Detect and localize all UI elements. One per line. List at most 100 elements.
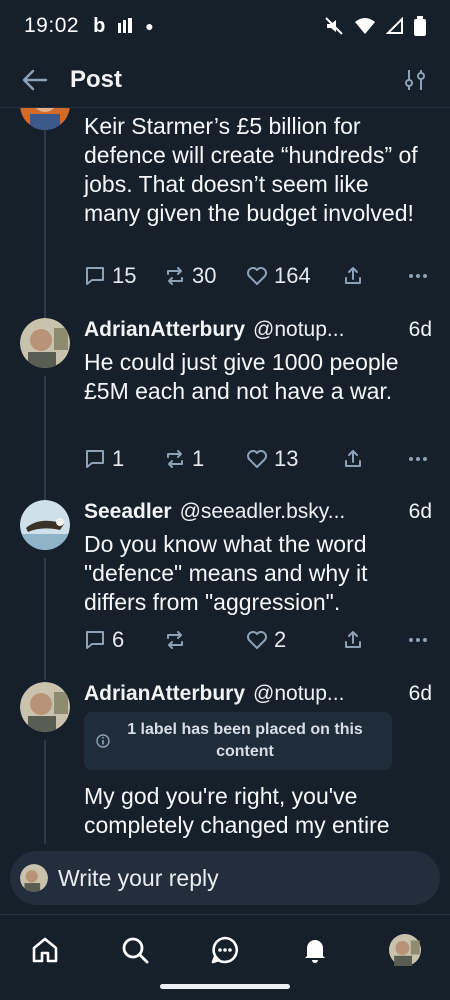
- share-icon: [345, 267, 361, 284]
- content-label-notice[interactable]: 1 label has been placed on this content: [84, 712, 392, 770]
- avatar[interactable]: [20, 500, 70, 550]
- wifi-icon: [355, 18, 375, 34]
- status-bar: 19:02 b ●: [0, 0, 450, 52]
- post-author-row: AdrianAtterbury @notup... 6d: [84, 318, 432, 342]
- back-button[interactable]: [22, 66, 50, 94]
- sliders-icon: [405, 69, 425, 90]
- post-actions: 1 1 13: [84, 444, 429, 474]
- thread-line: [44, 376, 46, 500]
- post-age: 6d: [408, 682, 432, 705]
- post-text: My god you're right, you've completely c…: [84, 783, 390, 844]
- share-icon: [345, 450, 361, 467]
- avatar[interactable]: [20, 318, 70, 368]
- avatar[interactable]: [20, 108, 70, 130]
- author-name[interactable]: AdrianAtterbury: [84, 682, 245, 706]
- post-actions: 6 2: [84, 625, 429, 655]
- author-name[interactable]: Seeadler: [84, 500, 172, 524]
- arrow-left-icon: [22, 69, 48, 90]
- thread-options-button[interactable]: [402, 67, 428, 93]
- share-button[interactable]: [342, 448, 402, 470]
- heart-icon: [247, 267, 267, 285]
- more-button[interactable]: [407, 629, 429, 651]
- signal-icon: [386, 17, 403, 34]
- reply-count: 6: [112, 627, 125, 652]
- author-name[interactable]: AdrianAtterbury: [84, 318, 245, 342]
- reply-button[interactable]: 6: [84, 627, 164, 653]
- thread-post[interactable]: Seeadler @seeadler.bsky... 6d Do you kno…: [0, 500, 450, 680]
- post-header: Post: [0, 52, 450, 108]
- home-icon: [32, 937, 58, 963]
- repost-button[interactable]: 30: [164, 263, 246, 289]
- share-icon: [345, 631, 361, 648]
- dot-icon: ●: [145, 18, 154, 34]
- tab-home[interactable]: [28, 933, 62, 967]
- reply-button[interactable]: 1: [84, 446, 164, 472]
- post-author-row: AdrianAtterbury @notup... 6d: [84, 682, 432, 706]
- thread-line: [44, 740, 46, 844]
- tab-profile[interactable]: [388, 933, 422, 967]
- bell-icon: [305, 940, 325, 963]
- reply-placeholder: Write your reply: [58, 864, 219, 891]
- thread-post[interactable]: AdrianAtterbury @notup... 6d He could ju…: [0, 318, 450, 500]
- home-indicator[interactable]: [160, 984, 290, 989]
- repost-icon: [167, 267, 183, 285]
- post-actions: 15 30 164: [84, 261, 429, 291]
- like-count: 13: [274, 446, 299, 471]
- repost-icon: [167, 631, 183, 649]
- author-handle[interactable]: @notup...: [253, 318, 401, 342]
- post-text: He could just give 1000 people £5M each …: [84, 349, 399, 404]
- tab-notifications[interactable]: [298, 933, 332, 967]
- heart-icon: [247, 631, 267, 649]
- author-handle[interactable]: @notup...: [253, 682, 401, 706]
- post-age: 6d: [408, 318, 432, 341]
- sim-icon: [118, 18, 133, 33]
- ellipsis-icon: [409, 274, 427, 278]
- chat-icon: [211, 936, 238, 964]
- thread-post[interactable]: AdrianAtterbury @notup... 6d 1 label has…: [0, 682, 450, 844]
- reply-count: 1: [112, 446, 125, 471]
- repost-button[interactable]: [164, 629, 246, 651]
- author-handle[interactable]: @seeadler.bsky...: [180, 500, 401, 524]
- tab-search[interactable]: [118, 933, 152, 967]
- search-icon: [122, 937, 149, 964]
- repost-button[interactable]: 1: [164, 446, 246, 472]
- like-button[interactable]: 2: [246, 627, 342, 653]
- reply-composer[interactable]: Write your reply: [10, 851, 440, 905]
- more-button[interactable]: [407, 265, 429, 287]
- repost-icon: [167, 450, 183, 468]
- like-count: 164: [274, 263, 311, 288]
- repost-count: 30: [192, 263, 217, 288]
- ellipsis-icon: [409, 638, 427, 642]
- reply-count: 15: [112, 263, 137, 288]
- app-b-icon: b: [93, 14, 106, 37]
- reply-button[interactable]: 15: [84, 263, 164, 289]
- status-time: 19:02: [24, 14, 80, 37]
- thread-post-root[interactable]: Keir Starmer’s £5 billion for defence wi…: [0, 108, 450, 320]
- share-button[interactable]: [342, 265, 402, 287]
- post-text: Keir Starmer’s £5 billion for defence wi…: [84, 113, 418, 226]
- like-button[interactable]: 13: [246, 446, 342, 472]
- battery-icon: [414, 16, 426, 36]
- heart-icon: [247, 450, 267, 468]
- avatar: [389, 934, 421, 966]
- content-label-text: 1 label has been placed on this content: [127, 721, 363, 760]
- comment-icon: [86, 267, 104, 285]
- more-button[interactable]: [407, 448, 429, 470]
- comment-icon: [86, 450, 104, 468]
- share-button[interactable]: [342, 629, 402, 651]
- thread-line: [44, 558, 46, 680]
- repost-count: 1: [192, 446, 205, 471]
- thread-line: [44, 130, 46, 320]
- avatar[interactable]: [20, 682, 70, 732]
- info-icon: [96, 734, 110, 748]
- like-count: 2: [274, 627, 287, 652]
- page-title: Post: [70, 65, 123, 93]
- like-button[interactable]: 164: [246, 263, 342, 289]
- post-text: Do you know what the word "defence" mean…: [84, 531, 368, 615]
- avatar: [20, 864, 48, 892]
- ellipsis-icon: [409, 457, 427, 461]
- tab-chat[interactable]: [208, 933, 242, 967]
- thread: Keir Starmer’s £5 billion for defence wi…: [0, 108, 450, 844]
- post-age: 6d: [408, 500, 432, 523]
- mute-icon: [325, 17, 343, 35]
